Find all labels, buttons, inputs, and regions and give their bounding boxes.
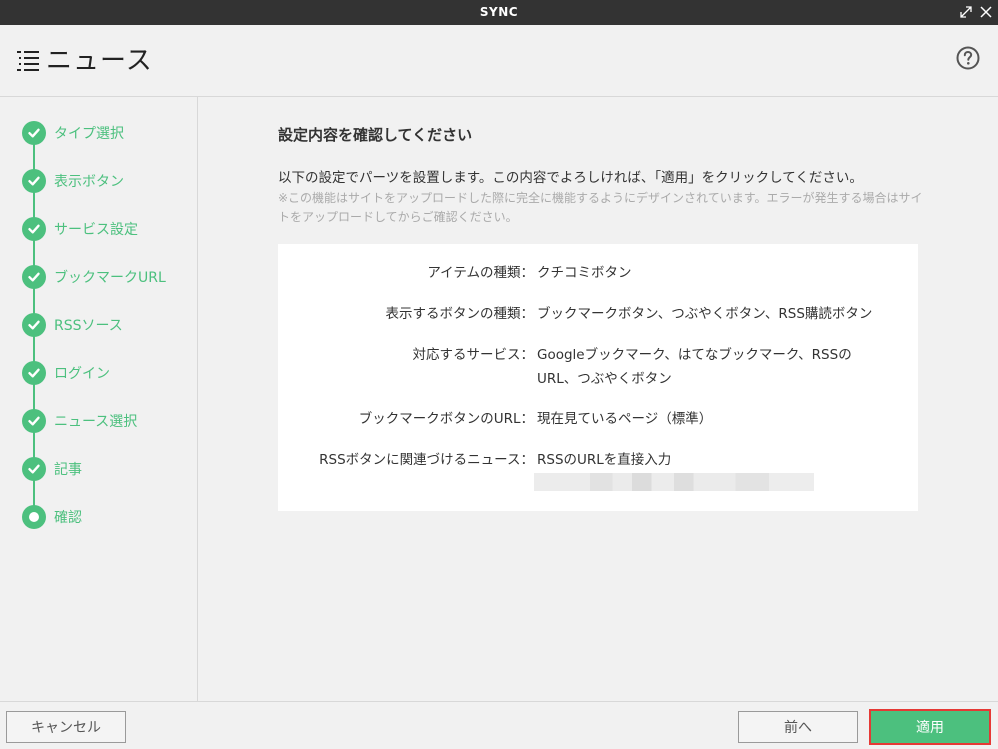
step-label: ニュース選択 [54,414,138,430]
step-label: 表示ボタン [54,174,124,190]
step-label: タイプ選択 [54,126,124,142]
window-controls [958,4,994,20]
step-bookmark-url[interactable]: ブックマークURL [22,265,166,289]
confirm-heading: 設定内容を確認してください [278,126,473,144]
apply-button[interactable]: 適用 [869,709,991,745]
step-rss-source[interactable]: RSSソース [22,313,123,337]
summary-value: Googleブックマーク、はてなブックマーク、RSSのURL、つぶやくボタン [537,347,852,387]
step-article[interactable]: 記事 [22,457,82,481]
confirm-note: ※この機能はサイトをアップロードした際に完全に機能するようにデザインされています… [278,191,923,224]
step-sidebar: タイプ選択 表示ボタン サービス設定 ブックマークURL RSSソース ログイン [0,97,198,701]
main-content: 設定内容を確認してください 以下の設定でパーツを設置します。この内容でよろしけれ… [199,97,998,701]
check-icon [22,361,46,385]
check-icon [22,121,46,145]
check-icon [22,313,46,337]
step-type-select[interactable]: タイプ選択 [22,121,124,145]
step-service-settings[interactable]: サービス設定 [22,217,138,241]
help-icon[interactable] [956,46,980,70]
check-icon [22,457,46,481]
page-header: ニュース [0,25,998,97]
step-label: 記事 [54,462,82,478]
summary-value: RSSのURLを直接入力 [537,452,672,468]
step-label: RSSソース [54,318,123,334]
step-news-select[interactable]: ニュース選択 [22,409,137,433]
step-login[interactable]: ログイン [22,361,110,385]
window-titlebar: SYNC [0,0,998,25]
step-label: ログイン [54,366,110,382]
maximize-icon[interactable] [958,4,974,20]
check-icon [22,409,46,433]
step-label: サービス設定 [54,222,138,238]
step-display-button[interactable]: 表示ボタン [22,169,124,193]
summary-key: アイテムの種類： [427,265,534,281]
summary-key: 表示するボタンの種類： [385,306,535,322]
cancel-button[interactable]: キャンセル [6,711,126,743]
redacted-url [534,473,814,491]
summary-value: 現在見ているページ（標準） [537,411,713,427]
step-label: 確認 [54,510,82,526]
summary-value: ブックマークボタン、つぶやくボタン、RSS購読ボタン [537,306,873,322]
summary-key: RSSボタンに関連づけるニュース： [319,452,534,468]
list-icon [17,51,39,71]
summary-key: 対応するサービス： [412,347,535,363]
summary-key: ブックマークボタンのURL： [358,411,534,427]
confirm-description: 以下の設定でパーツを設置します。この内容でよろしければ、「適用」をクリックしてく… [278,170,863,186]
back-button[interactable]: 前へ [738,711,858,743]
current-step-icon [22,505,46,529]
step-confirm[interactable]: 確認 [22,505,82,529]
footer-bar: キャンセル 前へ 適用 [0,701,998,749]
check-icon [22,265,46,289]
page-title: ニュース [46,46,153,76]
summary-value: クチコミボタン [537,265,632,281]
settings-summary: アイテムの種類： クチコミボタン 表示するボタンの種類： ブックマークボタン、つ… [278,244,918,511]
step-label: ブックマークURL [54,270,166,286]
window-title: SYNC [479,5,519,19]
check-icon [22,169,46,193]
close-icon[interactable] [978,4,994,20]
check-icon [22,217,46,241]
